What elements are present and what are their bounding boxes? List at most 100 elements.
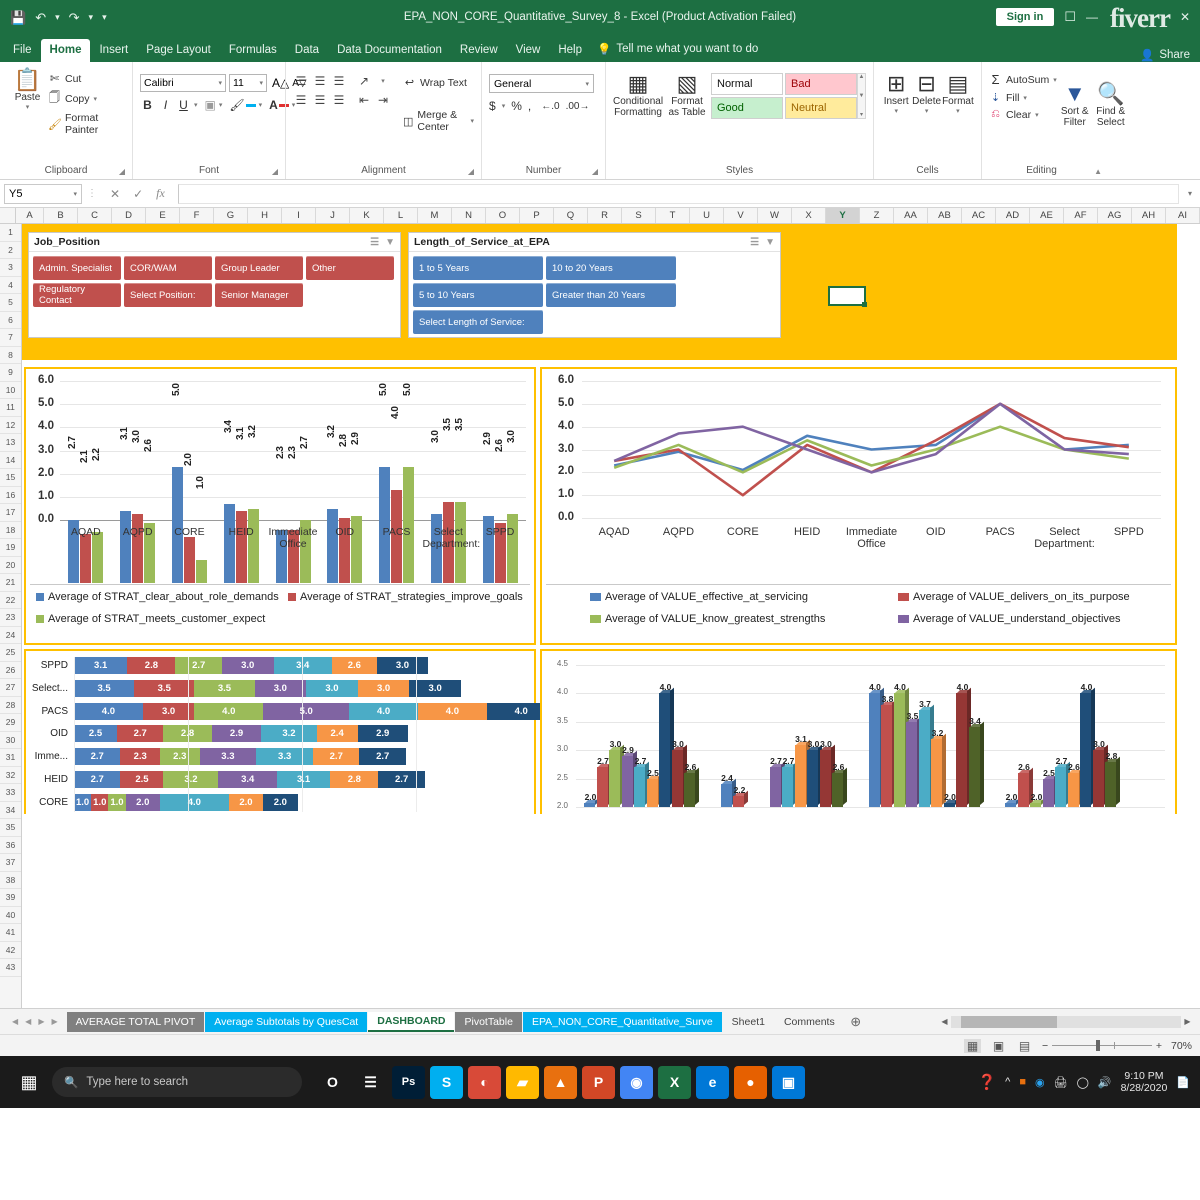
cell-styles-gallery[interactable]: Normal Bad Good Neutral xyxy=(711,73,857,119)
slicer-item[interactable]: Select Position: xyxy=(124,283,212,307)
legend-item[interactable]: Average of VALUE_understand_objectives xyxy=(898,613,1121,625)
undo-icon[interactable]: ↶ xyxy=(35,11,46,24)
slicer-item[interactable]: 1 to 5 Years xyxy=(413,256,543,280)
tab-insert[interactable]: Insert xyxy=(90,39,137,62)
clear-filter-icon[interactable]: ▼ xyxy=(385,237,395,248)
cell-style-normal[interactable]: Normal xyxy=(711,73,783,95)
number-format-dropdown-icon[interactable]: ▾ xyxy=(585,80,589,88)
collapse-ribbon-icon[interactable]: ▲ xyxy=(1094,167,1102,176)
format-cells-button[interactable]: ▤ Format ▾ xyxy=(942,70,974,115)
column-header-AC[interactable]: AC xyxy=(962,208,996,223)
column-header-AB[interactable]: AB xyxy=(928,208,962,223)
sheet-tab[interactable]: PivotTable xyxy=(455,1012,521,1032)
align-middle-icon[interactable]: ☰ xyxy=(312,74,328,88)
row-header-42[interactable]: 42 xyxy=(0,942,21,960)
tell-me-search[interactable]: 💡 Tell me what you want to do xyxy=(591,37,764,62)
slicer-item[interactable]: Select Length of Service: xyxy=(413,310,543,334)
row-header-29[interactable]: 29 xyxy=(0,714,21,732)
row-header-5[interactable]: 5 xyxy=(0,294,21,312)
firefox-icon[interactable]: ● xyxy=(734,1066,767,1099)
column-header-AH[interactable]: AH xyxy=(1132,208,1166,223)
column-header-L[interactable]: L xyxy=(384,208,418,223)
slicer-item[interactable]: Greater than 20 Years xyxy=(546,283,676,307)
tab-home[interactable]: Home xyxy=(41,39,91,62)
slicer-items[interactable]: 1 to 5 Years10 to 20 Years5 to 10 YearsG… xyxy=(409,252,780,338)
row-header-36[interactable]: 36 xyxy=(0,837,21,855)
column-header-H[interactable]: H xyxy=(248,208,282,223)
last-sheet-icon[interactable]: ▶ xyxy=(51,1017,57,1026)
quick-access-toolbar[interactable]: 💾 ↶ ▾ ↷ ▾ ▾ xyxy=(0,11,107,24)
column-header-V[interactable]: V xyxy=(724,208,758,223)
increase-indent-icon[interactable]: ⇥ xyxy=(375,93,391,107)
format-painter-button[interactable]: 🖌 Format Painter xyxy=(48,110,125,138)
column-header-T[interactable]: T xyxy=(656,208,690,223)
close-button[interactable]: ✕ xyxy=(1180,10,1192,24)
sheet-tab[interactable]: EPA_NON_CORE_Quantitative_Surve xyxy=(523,1012,722,1032)
excel-icon[interactable]: X xyxy=(658,1066,691,1099)
tab-view[interactable]: View xyxy=(507,39,550,62)
clear-dropdown-icon[interactable]: ▾ xyxy=(1035,111,1039,119)
help-icon[interactable]: ❓ xyxy=(977,1073,996,1091)
multi-select-icon[interactable]: ☰ xyxy=(370,237,379,248)
row-header-8[interactable]: 8 xyxy=(0,347,21,365)
tab-page-layout[interactable]: Page Layout xyxy=(137,39,220,62)
align-left-icon[interactable]: ☰ xyxy=(293,93,309,107)
column-header-C[interactable]: C xyxy=(78,208,112,223)
decrease-decimal-icon[interactable]: .00→ xyxy=(566,101,590,112)
conditional-formatting-button[interactable]: ▦ Conditional Formatting xyxy=(613,70,663,118)
column-header-K[interactable]: K xyxy=(350,208,384,223)
row-header-30[interactable]: 30 xyxy=(0,732,21,750)
photoshop-icon[interactable]: Ps xyxy=(392,1066,425,1099)
row-header-16[interactable]: 16 xyxy=(0,487,21,505)
column-header-N[interactable]: N xyxy=(452,208,486,223)
row-header-19[interactable]: 19 xyxy=(0,539,21,557)
number-format-select[interactable]: General ▾ xyxy=(489,74,594,93)
legend-item[interactable]: Average of VALUE_effective_at_servicing xyxy=(590,591,808,603)
row-header-25[interactable]: 25 xyxy=(0,644,21,662)
cell-style-neutral[interactable]: Neutral xyxy=(785,97,857,119)
slicer-item[interactable]: Regulatory Contact xyxy=(33,283,121,307)
slicer-length-of-service[interactable]: Length_of_Service_at_EPA ☰ ▼ 1 to 5 Year… xyxy=(408,232,781,338)
align-top-icon[interactable]: ☰ xyxy=(293,74,309,88)
next-sheet-icon[interactable]: ▶ xyxy=(38,1017,44,1026)
slicer-item[interactable]: 10 to 20 Years xyxy=(546,256,676,280)
sheet-tab[interactable]: DASHBOARD xyxy=(368,1012,454,1032)
row-header-39[interactable]: 39 xyxy=(0,889,21,907)
orientation-dropdown-icon[interactable]: ▾ xyxy=(375,77,391,85)
column-header-Y[interactable]: Y xyxy=(826,208,860,223)
zoom-out-icon[interactable]: − xyxy=(1042,1040,1048,1052)
row-header-31[interactable]: 31 xyxy=(0,749,21,767)
row-header-28[interactable]: 28 xyxy=(0,697,21,715)
expand-formula-bar-icon[interactable]: ▾ xyxy=(1184,189,1196,198)
clipboard-dialog-launcher-icon[interactable]: ◢ xyxy=(119,167,125,176)
row-header-21[interactable]: 21 xyxy=(0,574,21,592)
slicer-item[interactable]: Admin. Specialist xyxy=(33,256,121,280)
row-header-7[interactable]: 7 xyxy=(0,329,21,347)
column-header-AE[interactable]: AE xyxy=(1030,208,1064,223)
italic-button[interactable]: I xyxy=(158,98,173,112)
chart-clustered-3d-column[interactable]: 2.02.53.03.54.04.52.02.73.02.92.72.54.03… xyxy=(540,649,1177,814)
wifi-icon[interactable]: ◯ xyxy=(1077,1076,1089,1089)
formula-input[interactable] xyxy=(178,184,1179,204)
column-header-Z[interactable]: Z xyxy=(860,208,894,223)
autosum-button[interactable]: Σ AutoSum ▾ xyxy=(989,70,1057,89)
column-header-AD[interactable]: AD xyxy=(996,208,1030,223)
insert-dropdown-icon[interactable]: ▾ xyxy=(894,107,898,115)
prev-sheet-icon[interactable]: ◀ xyxy=(25,1017,31,1026)
column-header-E[interactable]: E xyxy=(146,208,180,223)
font-dialog-launcher-icon[interactable]: ◢ xyxy=(272,167,278,176)
powerpoint-icon[interactable]: P xyxy=(582,1066,615,1099)
row-header-1[interactable]: 1 xyxy=(0,224,21,242)
underline-dropdown-icon[interactable]: ▾ xyxy=(194,101,198,109)
tab-file[interactable]: File xyxy=(4,39,41,62)
page-layout-view-icon[interactable]: ▣ xyxy=(990,1039,1007,1053)
taskbar-search[interactable]: 🔍 Type here to search xyxy=(52,1067,302,1097)
tab-data[interactable]: Data xyxy=(286,39,328,62)
undo-dropdown-icon[interactable]: ▾ xyxy=(55,13,60,22)
currency-button[interactable]: $ xyxy=(489,99,496,113)
chart-stacked-bar[interactable]: SPPD3.12.82.73.03.42.63.0Select...3.53.5… xyxy=(24,649,536,814)
taskbar-apps[interactable]: O☰PsS◐▰▲P◉Xe●▣ xyxy=(316,1066,805,1099)
legend-item[interactable]: Average of STRAT_meets_customer_expect xyxy=(36,613,265,625)
save-icon[interactable]: 💾 xyxy=(10,11,26,24)
select-all-corner[interactable] xyxy=(0,208,16,223)
